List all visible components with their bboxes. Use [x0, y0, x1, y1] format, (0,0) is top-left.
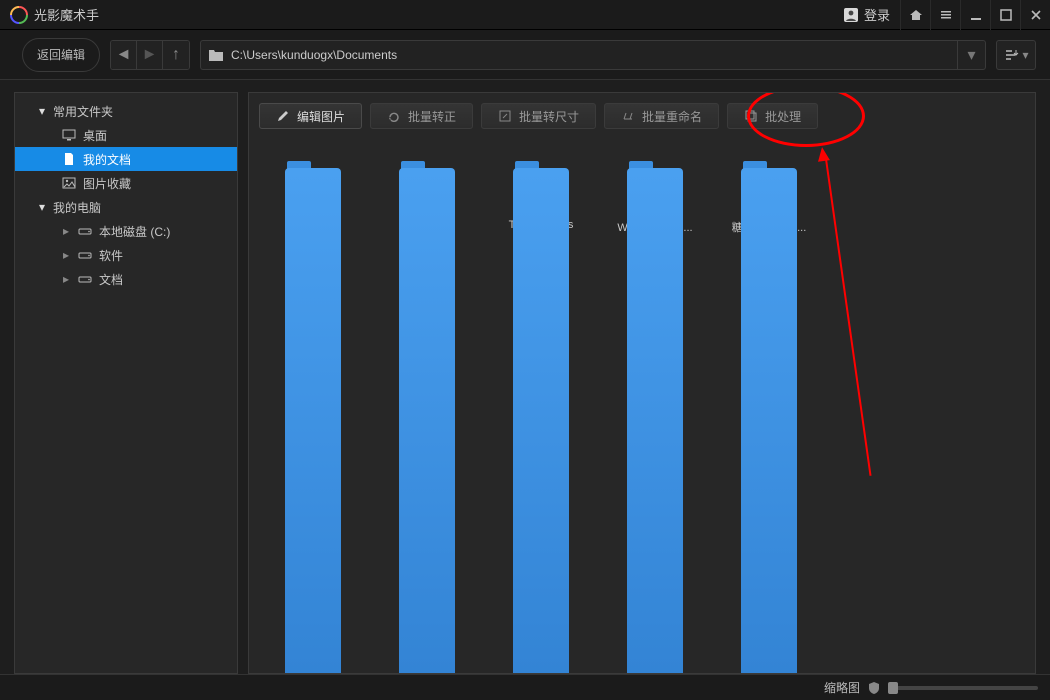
- button-label: 批量重命名: [642, 108, 702, 125]
- sidebar-label: 我的电脑: [53, 199, 101, 216]
- titlebar: 光影魔术手 登录: [0, 0, 1050, 30]
- home-icon: [909, 8, 923, 22]
- edit-picture-button[interactable]: 编辑图片: [259, 103, 362, 129]
- nav-back-button[interactable]: ◄: [111, 41, 137, 69]
- thumbnail-size-slider[interactable]: [888, 686, 1038, 690]
- resize-icon: [498, 109, 512, 123]
- arrow-right-icon: ►: [142, 46, 158, 64]
- maximize-button[interactable]: [990, 0, 1020, 30]
- sidebar-item-desktop[interactable]: 桌面: [15, 123, 237, 147]
- folder-icon: [281, 161, 345, 211]
- menu-button[interactable]: [930, 0, 960, 30]
- desktop-icon: [61, 129, 77, 141]
- sidebar-label: 软件: [99, 247, 123, 264]
- status-bar: 缩略图: [0, 674, 1050, 700]
- arrow-up-icon: ↑: [172, 46, 180, 64]
- image-icon: [61, 177, 77, 189]
- expand-icon: ▸: [61, 224, 71, 238]
- toolbar: 返回编辑 ◄ ► ↑ C:\Users\kunduogx\Documents ▾…: [0, 30, 1050, 80]
- sidebar: ▾ 常用文件夹 桌面 我的文档 图片收藏 ▾ 我的电脑 ▸: [14, 92, 238, 674]
- nav-arrows: ◄ ► ↑: [110, 40, 190, 70]
- sidebar-item-my-documents[interactable]: 我的文档: [15, 147, 237, 171]
- drive-icon: [77, 250, 93, 260]
- app-logo-icon: [10, 6, 28, 24]
- drive-icon: [77, 226, 93, 236]
- folder-icon: [623, 161, 687, 211]
- button-label: 批处理: [765, 108, 801, 125]
- rotate-icon: [387, 109, 401, 123]
- sidebar-label: 我的文档: [83, 151, 131, 168]
- close-icon: [1029, 8, 1043, 22]
- sidebar-item-common-folders[interactable]: ▾ 常用文件夹: [15, 99, 237, 123]
- sidebar-item-my-computer[interactable]: ▾ 我的电脑: [15, 195, 237, 219]
- sidebar-item-local-c[interactable]: ▸ 本地磁盘 (C:): [15, 219, 237, 243]
- folder-item[interactable]: Jingoal: [265, 161, 361, 235]
- chevron-down-icon: ▾: [967, 45, 975, 65]
- rename-icon: [621, 109, 635, 123]
- expand-icon: ▸: [61, 272, 71, 286]
- batch-rename-button[interactable]: 批量重命名: [604, 103, 719, 129]
- sidebar-item-docs[interactable]: ▸ 文档: [15, 267, 237, 291]
- sidebar-item-picture-favorites[interactable]: 图片收藏: [15, 171, 237, 195]
- back-label: 返回编辑: [37, 46, 85, 63]
- folder-item[interactable]: WiFi连接管理...: [607, 161, 703, 235]
- sort-icon: [1003, 48, 1019, 62]
- sidebar-label: 图片收藏: [83, 175, 131, 192]
- pencil-icon: [276, 109, 290, 123]
- sidebar-label: 常用文件夹: [53, 103, 113, 120]
- sidebar-label: 桌面: [83, 127, 107, 144]
- folder-icon: [395, 161, 459, 211]
- action-row: 编辑图片 批量转正 批量转尺寸 批量重命名 批处理: [249, 93, 1035, 131]
- drive-icon: [77, 274, 93, 284]
- folder-icon: [201, 48, 231, 62]
- login-button[interactable]: 登录: [833, 5, 900, 24]
- arrow-left-icon: ◄: [116, 46, 132, 64]
- sidebar-label: 本地磁盘 (C:): [99, 223, 170, 240]
- button-label: 批量转尺寸: [519, 108, 579, 125]
- thumbnail-label: 缩略图: [824, 679, 860, 696]
- button-label: 编辑图片: [297, 108, 345, 125]
- home-button[interactable]: [900, 0, 930, 30]
- login-label: 登录: [864, 5, 890, 24]
- maximize-icon: [999, 8, 1013, 22]
- button-label: 批量转正: [408, 108, 456, 125]
- sidebar-item-software[interactable]: ▸ 软件: [15, 243, 237, 267]
- sidebar-label: 文档: [99, 271, 123, 288]
- main-panel: 编辑图片 批量转正 批量转尺寸 批量重命名 批处理 Jingoal: [248, 92, 1036, 674]
- batch-resize-button[interactable]: 批量转尺寸: [481, 103, 596, 129]
- batch-process-button[interactable]: 批处理: [727, 103, 818, 129]
- folder-icon: [509, 161, 573, 211]
- minimize-icon: [969, 8, 983, 22]
- batch-icon: [744, 109, 758, 123]
- app-title: 光影魔术手: [34, 5, 99, 24]
- path-dropdown-button[interactable]: ▾: [957, 41, 985, 69]
- close-button[interactable]: [1020, 0, 1050, 30]
- user-icon: [843, 7, 859, 23]
- back-to-edit-button[interactable]: 返回编辑: [22, 38, 100, 72]
- nav-up-button[interactable]: ↑: [163, 41, 189, 69]
- folder-item[interactable]: 糖果相机app ...: [721, 161, 817, 235]
- folder-item[interactable]: QQPCMgr: [379, 161, 475, 235]
- shield-icon: [868, 681, 880, 695]
- path-bar[interactable]: C:\Users\kunduogx\Documents ▾: [200, 40, 986, 70]
- folder-item[interactable]: Tencent Files: [493, 161, 589, 235]
- collapse-icon: ▾: [37, 200, 47, 214]
- sort-button[interactable]: ▾: [996, 40, 1036, 70]
- folder-icon: [737, 161, 801, 211]
- collapse-icon: ▾: [37, 104, 47, 118]
- batch-rotate-button[interactable]: 批量转正: [370, 103, 473, 129]
- expand-icon: ▸: [61, 248, 71, 262]
- path-text: C:\Users\kunduogx\Documents: [231, 48, 957, 62]
- document-icon: [61, 152, 77, 166]
- chevron-down-icon: ▾: [1022, 48, 1028, 62]
- minimize-button[interactable]: [960, 0, 990, 30]
- nav-forward-button[interactable]: ►: [137, 41, 163, 69]
- menu-icon: [939, 8, 953, 22]
- folder-grid: Jingoal QQPCMgr Tencent Files WiFi连接管理..…: [249, 131, 1035, 265]
